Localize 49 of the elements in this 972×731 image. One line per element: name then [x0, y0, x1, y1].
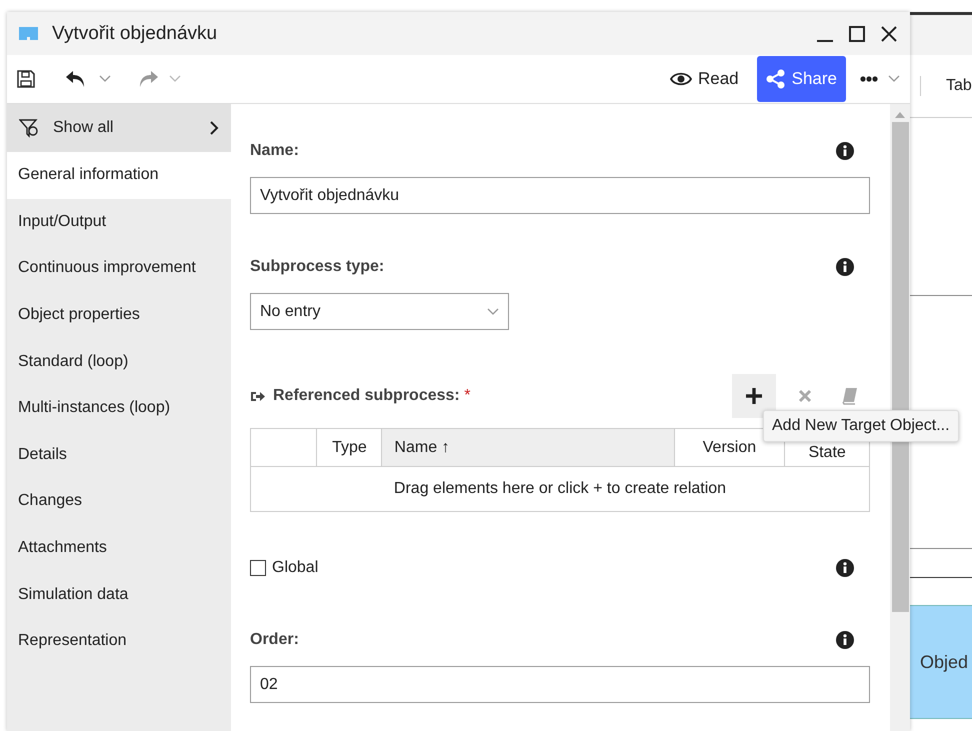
sidebar-item[interactable]: Object properties [7, 292, 231, 338]
close-icon[interactable] [880, 24, 898, 42]
diagram-object[interactable]: Objed [910, 605, 972, 719]
tooltip: Add New Target Object... [763, 410, 959, 442]
info-icon[interactable] [836, 142, 854, 160]
sidebar-item[interactable]: Changes [7, 478, 231, 525]
add-button[interactable] [732, 374, 776, 418]
field-label: Order: [250, 631, 299, 649]
field-label: Subprocess type: [250, 258, 384, 276]
global-checkbox[interactable] [250, 560, 266, 576]
more-icon[interactable] [860, 76, 878, 82]
sidebar-item[interactable]: Input/Output [7, 198, 231, 246]
maximize-icon[interactable] [848, 24, 866, 42]
name-field[interactable]: Vytvořit objednávku [250, 177, 870, 214]
sidebar-item[interactable]: Attachments [7, 524, 231, 572]
sidebar-item[interactable]: Simulation data [7, 571, 231, 618]
window-icon [19, 27, 38, 40]
order-field[interactable]: 02 [250, 666, 870, 703]
window-title: Vytvořit objednávku [52, 22, 218, 44]
column-header[interactable]: State [808, 444, 846, 460]
caret-icon[interactable] [99, 75, 111, 83]
info-icon[interactable] [836, 258, 854, 276]
share-button[interactable]: Share [756, 56, 846, 102]
sidebar-item[interactable]: Representation [7, 618, 231, 665]
sidebar-item[interactable]: General information [7, 152, 231, 199]
read-button[interactable]: Read [662, 69, 747, 89]
empty-table-message: Drag elements here or click + to create relation [250, 466, 870, 512]
checkbox-label: Global [272, 559, 318, 577]
column-header[interactable]: Name ↑ [394, 438, 450, 456]
link-icon [250, 390, 265, 402]
caret-icon[interactable] [888, 75, 900, 83]
save-icon[interactable] [17, 70, 35, 88]
chevron-right-icon [209, 120, 219, 136]
share-icon [766, 69, 786, 89]
sidebar-item[interactable]: Multi-instances (loop) [7, 384, 231, 432]
caret-icon [487, 308, 499, 316]
field-label: Name: [250, 142, 299, 160]
filter-icon [19, 118, 39, 138]
subprocess-type-dropdown[interactable]: No entry [250, 293, 509, 330]
field-label: Referenced subprocess: * [273, 387, 470, 405]
plus-icon [745, 387, 763, 405]
sidebar-item[interactable]: Details [7, 432, 231, 478]
info-icon[interactable] [836, 559, 854, 577]
eye-icon [670, 72, 692, 86]
info-icon[interactable] [836, 631, 854, 649]
show-all-filter[interactable]: Show all [7, 104, 231, 152]
sidebar-item[interactable]: Continuous improvement [7, 245, 231, 292]
tab[interactable]: Tab [946, 77, 972, 95]
sidebar-item[interactable]: Standard (loop) [7, 338, 231, 385]
